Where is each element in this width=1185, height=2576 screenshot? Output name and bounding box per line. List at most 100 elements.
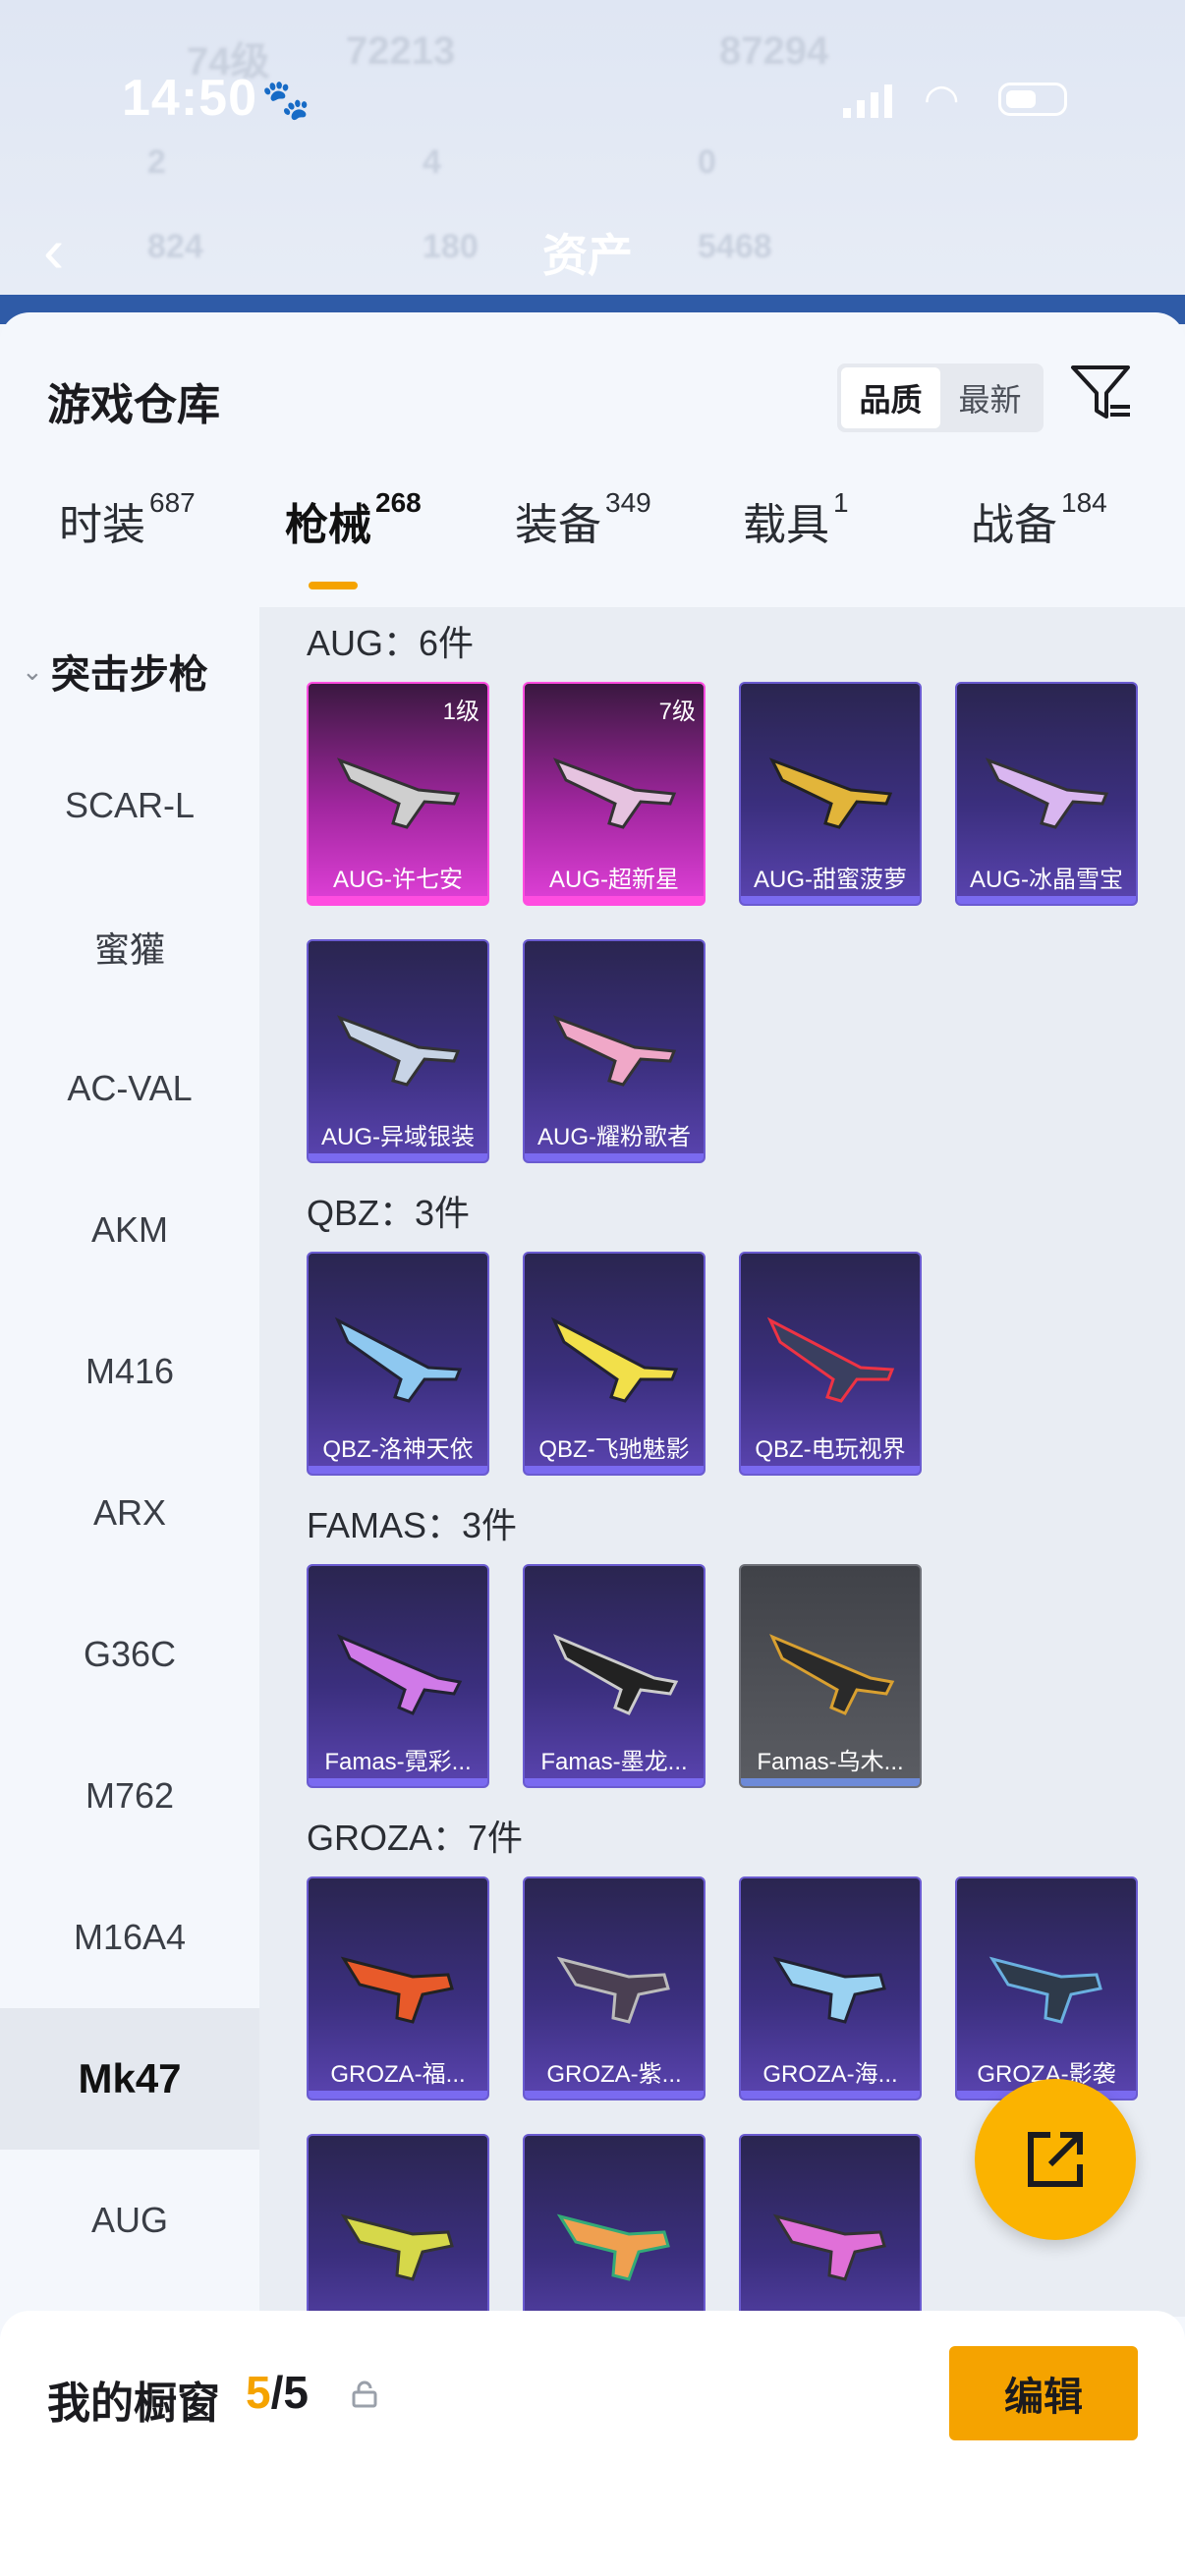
item-card[interactable] [739, 2134, 922, 2317]
item-card[interactable]: QBZ-电玩视界 [739, 1252, 922, 1476]
showcase-bar: 我的橱窗 5/5 编辑 [0, 2311, 1185, 2576]
tab-fashion[interactable]: 时装 687 [59, 487, 196, 552]
item-card[interactable]: 1级 AUG-许七安 [307, 682, 489, 906]
sidebar-item[interactable]: M416 [0, 1301, 259, 1442]
sidebar-category-assault-rifle[interactable]: ⌄ 突击步枪 [0, 607, 259, 735]
rifle-icon [340, 1956, 454, 2024]
sidebar-item[interactable]: M16A4 [0, 1867, 259, 2008]
item-name: AUG-冰晶雪宝 [970, 867, 1123, 893]
item-card[interactable]: Famas-霓彩... [307, 1564, 489, 1788]
item-name: AUG-甜蜜菠萝 [754, 867, 907, 893]
active-tab-indicator [309, 582, 358, 589]
item-name: GROZA-紫... [546, 2061, 682, 2088]
item-card[interactable]: 7级 AUG-超新星 [523, 682, 705, 906]
item-name: AUG-许七安 [333, 867, 463, 893]
showcase-current: 5 [246, 2367, 271, 2418]
rifle-icon [768, 757, 893, 829]
item-name: QBZ-飞驰魅影 [538, 1436, 690, 1463]
item-card[interactable]: AUG-甜蜜菠萝 [739, 682, 922, 906]
showcase-total: 5 [283, 2367, 309, 2418]
rifle-icon [336, 757, 461, 829]
lock-icon [352, 2380, 377, 2408]
item-card[interactable]: AUG-冰晶雪宝 [955, 682, 1138, 906]
sidebar-item[interactable]: AKM [0, 1159, 259, 1301]
sidebar-item[interactable]: 蜜獾 [0, 876, 259, 1018]
item-name: AUG-异域银装 [321, 1124, 475, 1150]
back-chevron-icon[interactable]: ‹ [43, 214, 64, 287]
tab-count: 349 [605, 487, 651, 518]
tab-count: 184 [1061, 487, 1107, 518]
tab-count: 687 [149, 487, 196, 518]
rifle-icon [337, 1634, 463, 1715]
sidebar-item[interactable]: M762 [0, 1725, 259, 1867]
tab-label: 枪械 [285, 501, 371, 549]
rifle-icon [769, 1634, 895, 1715]
tab-vehicles[interactable]: 载具 1 [743, 487, 849, 552]
ghost-text: 180 [423, 228, 479, 265]
item-card[interactable] [523, 2134, 705, 2317]
item-name: QBZ-电玩视界 [755, 1436, 906, 1463]
rifle-icon [988, 1956, 1102, 2024]
item-name: QBZ-洛神天依 [322, 1436, 474, 1463]
edit-button[interactable]: 编辑 [949, 2346, 1138, 2440]
status-time: 14:50 [122, 70, 257, 127]
tab-count: 1 [833, 487, 849, 518]
paw-icon: 🐾 [261, 79, 310, 122]
ghost-text: 824 [147, 228, 203, 265]
ghost-text: 4 [423, 143, 441, 181]
sort-option-newest[interactable]: 最新 [940, 367, 1040, 428]
background-header: 74级 72213 87294 2 4 0 824 180 5468 14:50… [0, 0, 1185, 324]
tab-count: 268 [375, 487, 422, 518]
item-card[interactable]: GROZA-福... [307, 1876, 489, 2100]
share-external-icon [1028, 2132, 1083, 2187]
rifle-icon [553, 1634, 679, 1715]
tab-label: 时装 [59, 501, 145, 549]
tab-combat-gear[interactable]: 战备 184 [971, 487, 1107, 552]
rifle-icon [556, 2213, 670, 2281]
item-name: Famas-乌木... [757, 1749, 904, 1775]
rifle-icon [334, 1316, 463, 1403]
category-tabs: 时装 687 枪械 268 装备 349 载具 1 战备 184 [0, 487, 1185, 588]
item-card[interactable]: Famas-乌木... [739, 1564, 922, 1788]
tab-label: 装备 [515, 501, 601, 549]
sidebar-item[interactable]: AC-VAL [0, 1018, 259, 1159]
section-header: GROZA：7件 [307, 1818, 524, 1858]
rifle-icon [985, 757, 1109, 829]
sort-option-quality[interactable]: 品质 [841, 367, 940, 428]
sidebar-item[interactable]: AUG [0, 2150, 259, 2291]
item-name: Famas-霓彩... [324, 1749, 472, 1775]
share-button[interactable] [975, 2079, 1136, 2240]
item-card[interactable]: AUG-耀粉歌者 [523, 939, 705, 1163]
showcase-title: 我的橱窗 [47, 2380, 220, 2428]
item-card[interactable] [307, 2134, 489, 2317]
item-level: 7级 [658, 699, 696, 725]
tab-firearms[interactable]: 枪械 268 [285, 487, 422, 552]
showcase-separator: / [270, 2367, 284, 2418]
item-card[interactable]: GROZA-海... [739, 1876, 922, 2100]
item-level: 1级 [442, 699, 480, 725]
item-card[interactable]: Famas-墨龙... [523, 1564, 705, 1788]
sidebar-item[interactable]: ARX [0, 1442, 259, 1584]
rifle-icon [772, 2213, 886, 2281]
chevron-down-icon: ⌄ [22, 655, 43, 686]
signal-icon [843, 84, 892, 118]
item-card[interactable]: QBZ-飞驰魅影 [523, 1252, 705, 1476]
sidebar-item-active[interactable]: Mk47 [0, 2008, 259, 2150]
item-card[interactable]: AUG-异域银装 [307, 939, 489, 1163]
section-header: AUG：6件 [307, 623, 475, 663]
filter-icon[interactable] [1069, 362, 1134, 426]
ghost-text: 0 [698, 143, 716, 181]
status-bar: 14:50 🐾 ◠ [0, 61, 1185, 130]
rifle-icon [550, 1316, 679, 1403]
item-card[interactable]: GROZA-影袭 [955, 1876, 1138, 2100]
sidebar-item[interactable]: SCAR-L [0, 735, 259, 876]
item-card[interactable]: GROZA-紫... [523, 1876, 705, 2100]
sort-segmented-control: 品质 最新 [837, 364, 1044, 432]
sidebar-item[interactable]: G36C [0, 1584, 259, 1725]
showcase-count: 5/5 [246, 2366, 309, 2419]
item-grid-area[interactable]: AUG：6件 1级 AUG-许七安 7级 AUG-超新星 AUG-甜蜜菠萝 AU… [259, 607, 1185, 2317]
item-card[interactable]: QBZ-洛神天依 [307, 1252, 489, 1476]
warehouse-sheet: 游戏仓库 品质 最新 时装 687 枪械 268 装备 349 载具 1 战备 184 ⌄… [0, 312, 1185, 2576]
tab-equipment[interactable]: 装备 349 [515, 487, 651, 552]
item-name: Famas-墨龙... [540, 1749, 688, 1775]
